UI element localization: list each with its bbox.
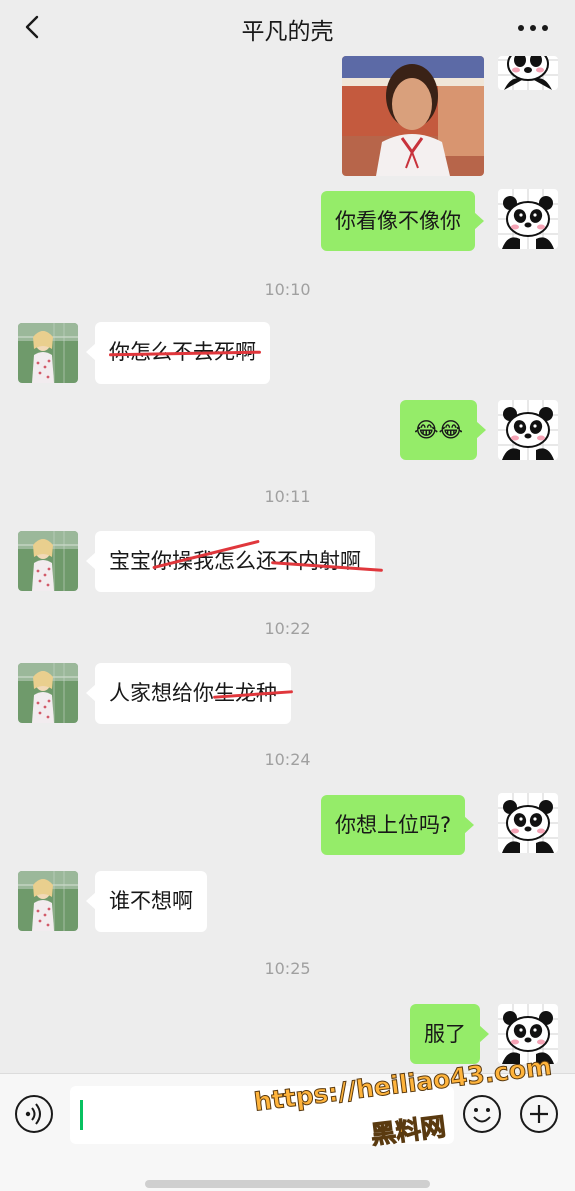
timestamp: 10:25 <box>264 959 311 978</box>
contact-avatar[interactable] <box>18 663 78 723</box>
message-text: 😂😂 <box>414 418 464 442</box>
timestamp: 10:10 <box>264 280 311 299</box>
message-bubble-received[interactable]: 宝宝你操我怎么还不内射啊 <box>86 531 383 592</box>
message-text: 宝宝你操我怎么还不内射啊 <box>109 549 361 573</box>
chat-title: 平凡的壳 <box>241 19 334 45</box>
text-cursor <box>80 1100 83 1130</box>
my-avatar[interactable] <box>498 56 558 90</box>
timestamp: 10:24 <box>264 750 311 769</box>
contact-avatar[interactable] <box>18 531 78 591</box>
message-bubble-sent[interactable]: 你想上位吗? <box>321 795 475 855</box>
contact-avatar[interactable] <box>18 323 78 383</box>
message-text: 服了 <box>424 1022 466 1046</box>
message-text: 你想上位吗? <box>335 813 452 837</box>
message-text: 你看像不像你 <box>335 209 461 233</box>
message-text: 谁不想啊 <box>109 889 193 913</box>
message-bubble-received[interactable]: 人家想给你生龙种 <box>86 663 294 724</box>
image-message[interactable] <box>342 56 484 176</box>
watermark-text: 黑料网 <box>369 1111 448 1150</box>
timestamp: 10:22 <box>264 619 311 638</box>
more-dots-icon[interactable] <box>515 14 551 42</box>
message-bubble-sent[interactable]: 你看像不像你 <box>321 191 484 251</box>
message-bubble-sent[interactable]: 😂😂 <box>400 400 487 460</box>
my-avatar[interactable] <box>498 189 558 249</box>
home-indicator[interactable] <box>145 1180 430 1188</box>
message-bubble-received[interactable]: 你怎么不去死啊 <box>86 322 270 384</box>
timestamp: 10:11 <box>264 487 311 506</box>
my-avatar[interactable] <box>498 400 558 460</box>
contact-avatar[interactable] <box>18 871 78 931</box>
my-avatar[interactable] <box>498 793 558 853</box>
chat-header: 平凡的壳 <box>0 0 575 56</box>
message-list[interactable]: 你看像不像你 10:10 你怎么不去死啊 😂😂 10:11 宝宝你操我怎么还不内… <box>0 56 575 1073</box>
message-bubble-received[interactable]: 谁不想啊 <box>86 871 207 932</box>
voice-icon[interactable] <box>14 1094 54 1134</box>
